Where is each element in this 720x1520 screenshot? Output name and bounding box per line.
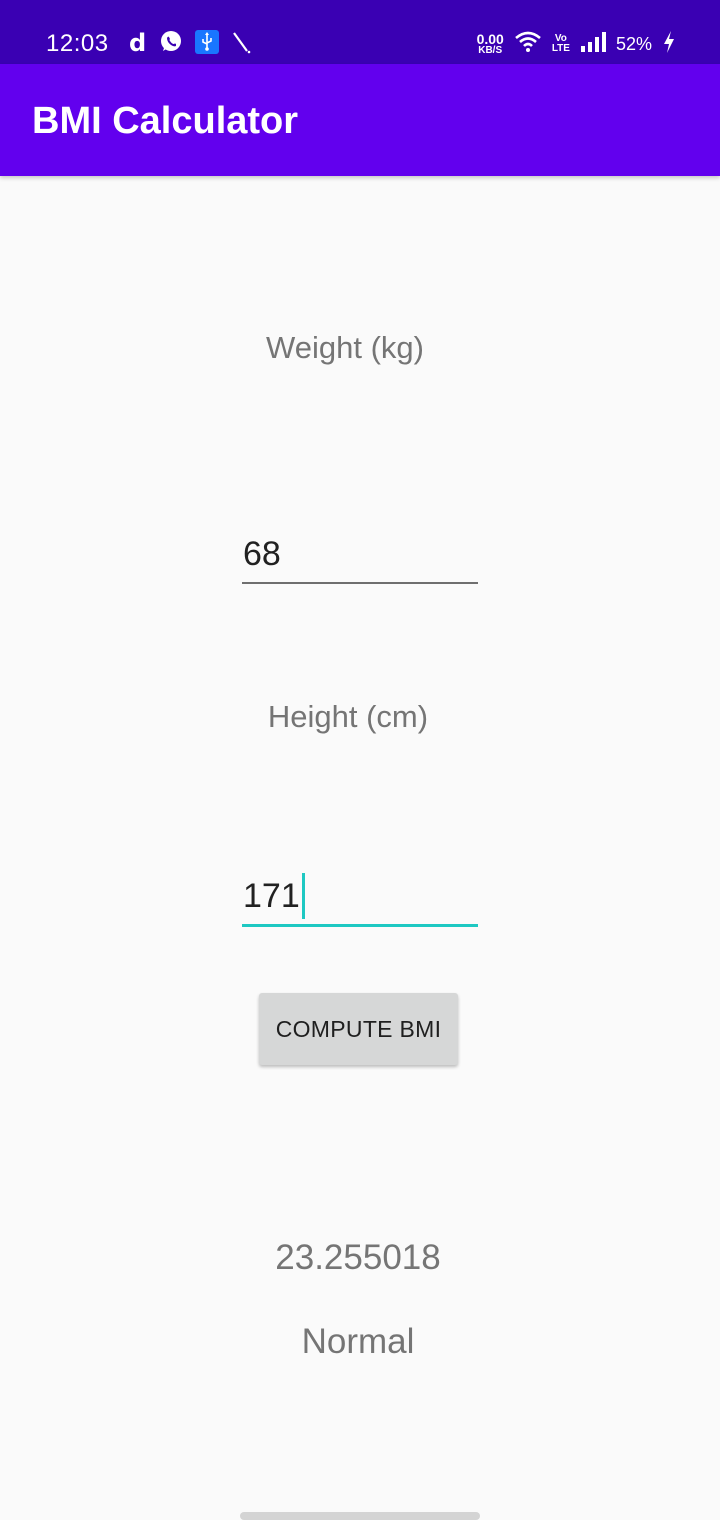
text-cursor bbox=[301, 873, 305, 919]
notification-icons: d bbox=[128, 28, 254, 60]
status-bar: 12:03 d 0.00 KB/S Vo LTE 52% bbox=[0, 0, 720, 64]
d-app-icon: d bbox=[128, 29, 148, 60]
svg-text:d: d bbox=[129, 29, 146, 55]
volte-bottom: LTE bbox=[551, 43, 570, 54]
app-bar: BMI Calculator bbox=[0, 64, 720, 176]
wifi-icon bbox=[514, 30, 542, 59]
system-status-icons: 0.00 KB/S Vo LTE 52% bbox=[477, 28, 676, 60]
pen-icon bbox=[230, 29, 254, 60]
net-speed: 0.00 KB/S bbox=[477, 32, 504, 56]
signal-icon bbox=[580, 31, 606, 58]
charging-bolt-icon bbox=[662, 30, 676, 59]
height-label: Height (cm) bbox=[267, 699, 429, 734]
net-speed-value: 0.00 bbox=[476, 31, 504, 47]
battery-percent: 52% bbox=[615, 33, 652, 54]
whatsapp-icon bbox=[158, 29, 184, 60]
weight-input[interactable]: 68 bbox=[242, 530, 478, 584]
app-title: BMI Calculator bbox=[32, 100, 299, 142]
height-input[interactable]: 171 bbox=[242, 872, 478, 927]
height-input-value: 171 bbox=[243, 877, 300, 915]
gesture-nav-handle[interactable] bbox=[240, 1512, 480, 1520]
compute-bmi-button[interactable]: COMPUTE BMI bbox=[259, 993, 458, 1065]
status-time: 12:03 bbox=[46, 30, 109, 57]
volte-indicator: Vo LTE bbox=[552, 34, 570, 54]
height-input-underline bbox=[242, 924, 478, 927]
net-speed-unit: KB/S bbox=[478, 45, 503, 56]
usb-icon bbox=[194, 29, 220, 60]
weight-label: Weight (kg) bbox=[266, 330, 424, 365]
bmi-category: Normal bbox=[301, 1322, 415, 1361]
bmi-result-value: 23.255018 bbox=[275, 1238, 441, 1277]
weight-input-value: 68 bbox=[243, 535, 281, 573]
weight-input-underline bbox=[242, 582, 478, 584]
